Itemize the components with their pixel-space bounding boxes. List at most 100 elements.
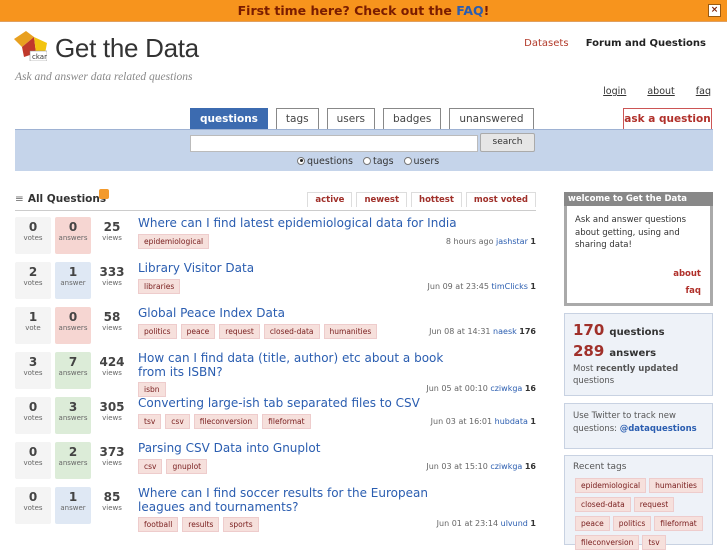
sort-most-voted[interactable]: most voted: [465, 192, 536, 207]
scope-questions-radio[interactable]: questions: [297, 156, 353, 167]
user-link[interactable]: cziwkga: [490, 462, 522, 471]
twitter-box: Use Twitter to track new questions: @dat…: [564, 403, 713, 449]
tag-link[interactable]: request: [219, 324, 260, 339]
tag-link[interactable]: sports: [223, 517, 259, 532]
tab-questions[interactable]: questions: [190, 108, 268, 129]
question-title-link[interactable]: How can I find data (title, author) etc …: [138, 351, 468, 379]
question-title-link[interactable]: Where can I find latest epidemiological …: [138, 216, 468, 230]
recent-tag-link[interactable]: humanities: [649, 478, 703, 493]
recent-tag-link[interactable]: request: [633, 497, 675, 512]
tag-link[interactable]: closed-data: [263, 324, 320, 339]
question-title-link[interactable]: Global Peace Index Data: [138, 306, 468, 320]
tag-link[interactable]: isbn: [138, 382, 166, 397]
tag-link[interactable]: fileformat: [262, 414, 311, 429]
scope-tags-radio[interactable]: tags: [363, 156, 394, 167]
ckan-logo-icon[interactable]: ckan: [14, 31, 47, 61]
view-count: 373 views: [94, 442, 130, 479]
question-meta: Jun 01 at 23:14 ulvund 1: [437, 519, 536, 528]
tag-link[interactable]: epidemiological: [138, 234, 210, 249]
question-row: 3 votes 7 answers 424 views How can I find dat…: [15, 351, 536, 397]
tag-link[interactable]: fileconversion: [193, 414, 259, 429]
datasets-link[interactable]: Datasets: [524, 38, 568, 49]
question-meta: Jun 09 at 23:45 timClicks 1: [428, 282, 536, 291]
tag-link[interactable]: csv: [165, 414, 190, 429]
notification-bar: First time here? Check out the FAQ! ×: [0, 0, 727, 22]
sort-active[interactable]: active: [307, 192, 353, 207]
user-link[interactable]: timClicks: [491, 282, 527, 291]
twitter-handle-link[interactable]: @dataquestions: [620, 424, 697, 434]
welcome-body: Ask and answer questions about getting, …: [575, 215, 687, 250]
question-time: 8 hours ago: [445, 237, 494, 246]
site-title[interactable]: Get the Data: [55, 33, 199, 64]
user-reputation: 1: [530, 417, 536, 426]
question-tags: libraries: [138, 279, 181, 294]
answer-count: 1 answer: [55, 487, 91, 524]
tab-tags[interactable]: tags: [275, 108, 319, 129]
search-scope: questions tags users: [297, 156, 439, 167]
search-input[interactable]: [190, 135, 478, 152]
tab-unanswered[interactable]: unanswered: [449, 108, 534, 129]
recent-tag-link[interactable]: politics: [612, 516, 652, 531]
answer-count: 0 answers: [55, 307, 91, 344]
tag-link[interactable]: gnuplot: [166, 459, 208, 474]
question-row: 0 votes 2 answers 373 views Parsing CSV Data i…: [15, 441, 536, 487]
question-row: 2 votes 1 answer 333 views Library Visitor Dat…: [15, 261, 536, 307]
recent-tag-link[interactable]: peace: [575, 516, 610, 531]
view-count: 85 views: [94, 487, 130, 524]
scope-users-radio[interactable]: users: [403, 156, 439, 167]
user-link[interactable]: hubdata: [495, 417, 528, 426]
tag-link[interactable]: football: [138, 517, 179, 532]
user-link[interactable]: ulvund: [501, 519, 528, 528]
user-reputation: 1: [530, 237, 536, 246]
question-title-link[interactable]: Where can I find soccer results for the …: [138, 486, 468, 514]
question-time: Jun 09 at 23:45: [427, 282, 489, 291]
tag-link[interactable]: politics: [138, 324, 177, 339]
welcome-faq-link[interactable]: faq: [685, 286, 701, 296]
vote-count: 3 votes: [15, 352, 51, 389]
rss-icon[interactable]: [99, 189, 109, 199]
view-count: 58 views: [94, 307, 130, 344]
about-link[interactable]: about: [647, 86, 674, 97]
forum-link[interactable]: Forum and Questions: [586, 38, 706, 49]
question-row: 1 vote 0 answers 58 views Global Peace Index D…: [15, 306, 536, 352]
recent-tag-link[interactable]: closed-data: [575, 497, 631, 512]
list-title: ≡ All Questions: [15, 193, 107, 205]
recent-tag-link[interactable]: epidemiological: [575, 478, 647, 493]
tag-link[interactable]: peace: [180, 324, 216, 339]
recent-tag-link[interactable]: fileformat: [654, 516, 703, 531]
question-title-link[interactable]: Converting large-ish tab separated files…: [138, 396, 468, 410]
user-link[interactable]: jashstar: [496, 237, 528, 246]
site-tagline: Ask and answer data related questions: [15, 71, 193, 83]
question-title-link[interactable]: Parsing CSV Data into Gnuplot: [138, 441, 468, 455]
login-link[interactable]: login: [603, 86, 626, 97]
recent-tag-link[interactable]: tsv: [642, 535, 666, 550]
sort-newest[interactable]: newest: [356, 192, 408, 207]
question-title-link[interactable]: Library Visitor Data: [138, 261, 468, 275]
ask-question-button[interactable]: ask a question: [623, 108, 712, 129]
tag-link[interactable]: libraries: [138, 279, 181, 294]
vote-count: 0 votes: [15, 442, 51, 479]
divider: [15, 210, 536, 211]
welcome-title: welcome to Get the Data: [564, 192, 713, 206]
tag-link[interactable]: humanities: [323, 324, 378, 339]
recent-tag-link[interactable]: fileconversion: [575, 535, 640, 550]
user-reputation: 1: [530, 519, 536, 528]
tag-link[interactable]: results: [182, 517, 220, 532]
tab-users[interactable]: users: [326, 108, 375, 129]
sort-hottest[interactable]: hottest: [411, 192, 462, 207]
tag-link[interactable]: csv: [138, 459, 163, 474]
tab-badges[interactable]: badges: [382, 108, 442, 129]
user-link[interactable]: cziwkga: [490, 384, 522, 393]
welcome-about-link[interactable]: about: [673, 269, 701, 279]
faq-link[interactable]: FAQ: [456, 3, 483, 18]
view-count: 424 views: [94, 352, 130, 389]
search-button[interactable]: search: [480, 133, 535, 152]
question-tags: politics peace request closed-data humanitie…: [138, 324, 378, 339]
question-tags: epidemiological: [138, 234, 210, 249]
answer-count: 2 answers: [55, 442, 91, 479]
tag-link[interactable]: tsv: [138, 414, 162, 429]
question-meta: 8 hours ago jashstar 1: [446, 237, 536, 246]
user-link[interactable]: naesk: [493, 327, 517, 336]
close-icon[interactable]: ×: [708, 4, 721, 17]
faq-link[interactable]: faq: [696, 86, 711, 97]
